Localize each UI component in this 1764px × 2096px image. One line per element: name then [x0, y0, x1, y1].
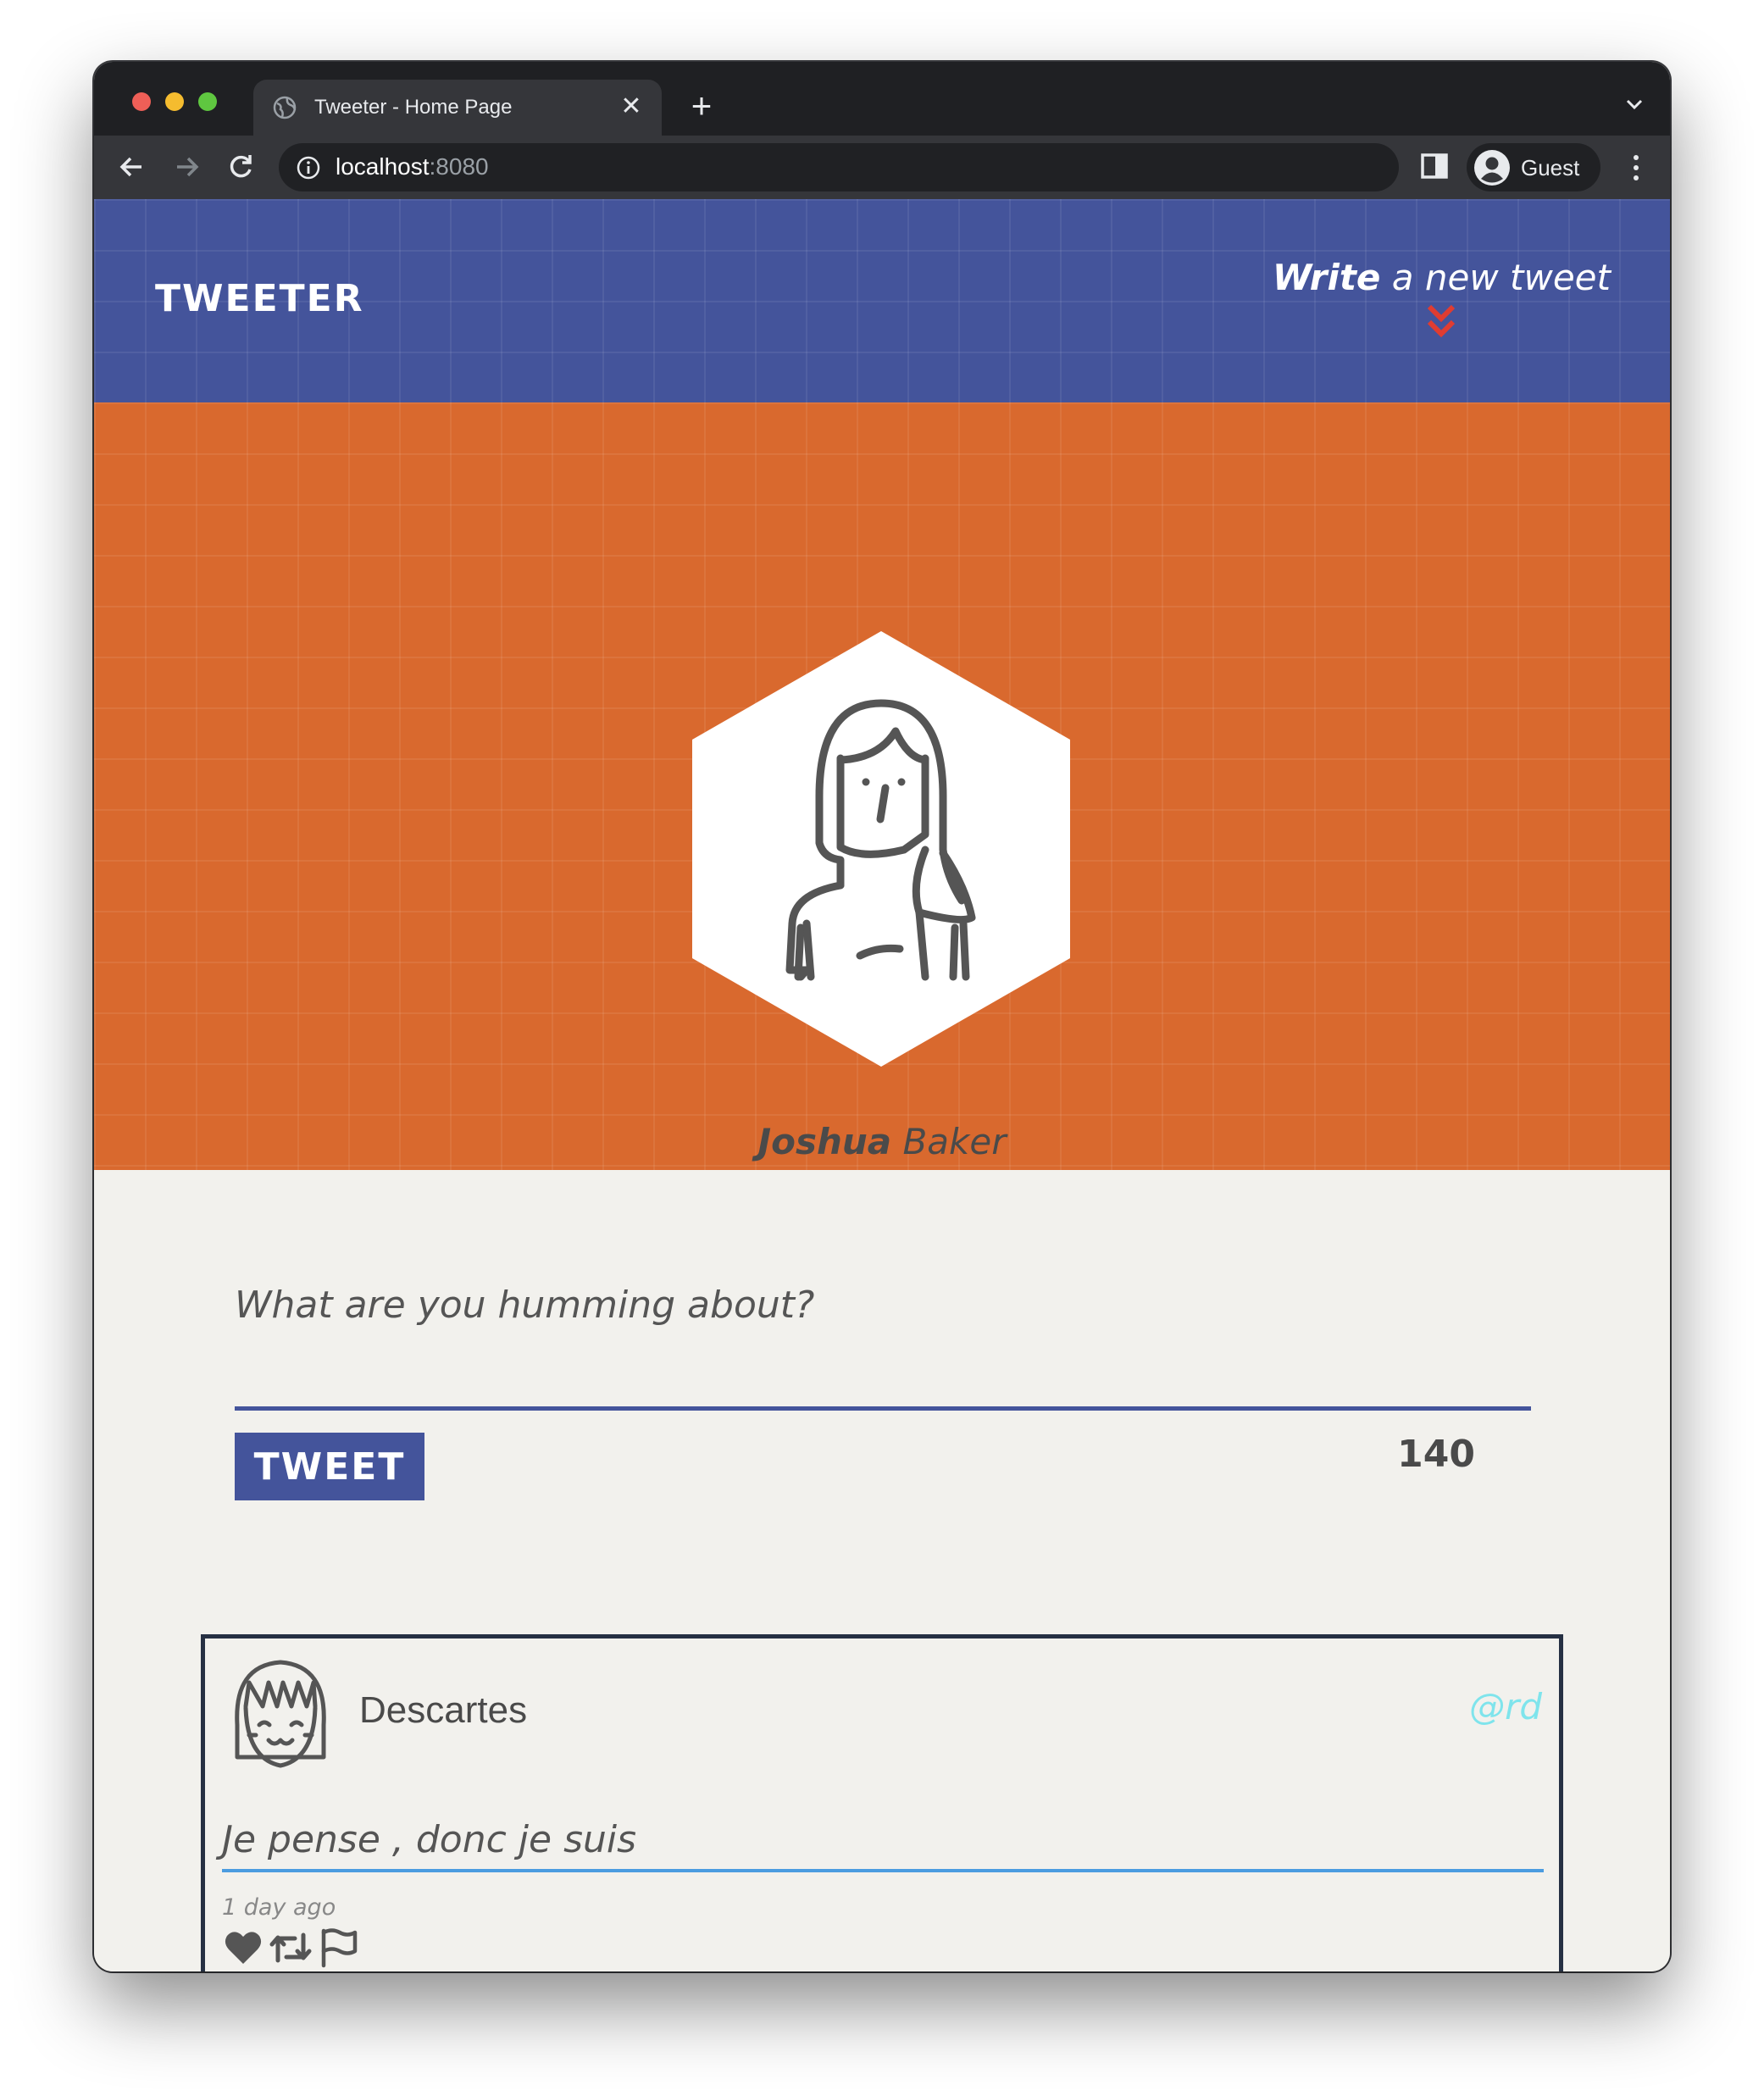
profile-button[interactable]: Guest: [1467, 143, 1600, 191]
profile-avatar: [692, 631, 1070, 1067]
back-arrow-icon[interactable]: [111, 146, 153, 188]
browser-window: Tweeter - Home Page ✕ + localhost:8080 G…: [94, 62, 1670, 1971]
profile-label: Guest: [1521, 155, 1580, 180]
retweet-icon[interactable]: [269, 1927, 312, 1969]
address-bar[interactable]: localhost:8080: [279, 143, 1399, 191]
tweet-input[interactable]: [235, 1284, 1531, 1411]
browser-toolbar: localhost:8080 Guest: [94, 136, 1670, 199]
close-window-button[interactable]: [132, 92, 151, 111]
compose-toggle-label: Write a new tweet: [1272, 257, 1611, 298]
side-panel-icon[interactable]: [1419, 151, 1450, 181]
compose-toggle[interactable]: Write a new tweet: [1273, 257, 1611, 341]
character-counter: 140: [1397, 1433, 1475, 1476]
tweet-timestamp: 1 day ago: [222, 1894, 336, 1921]
maximize-window-button[interactable]: [198, 92, 217, 111]
minimize-window-button[interactable]: [165, 92, 184, 111]
heart-icon[interactable]: [222, 1927, 264, 1969]
more-options-icon[interactable]: [1619, 149, 1653, 186]
url-text[interactable]: localhost:8080: [336, 153, 489, 180]
avatar-icon: [1474, 150, 1510, 186]
site-logo[interactable]: TWEETER: [155, 277, 364, 320]
tab-close-icon[interactable]: ✕: [613, 88, 650, 125]
reload-icon[interactable]: [219, 146, 262, 188]
flag-icon[interactable]: [317, 1927, 359, 1969]
page-content: TWEETER Write a new tweet Joshua Baker W…: [94, 199, 1670, 1971]
browser-tab[interactable]: Tweeter - Home Page ✕: [253, 80, 662, 136]
new-tab-button[interactable]: +: [682, 87, 721, 126]
compose-form: TWEET 140: [235, 1284, 1531, 1500]
profile-banner: Joshua Baker: [94, 402, 1670, 1170]
tweet-author-avatar: [235, 1660, 326, 1768]
double-chevron-down-icon[interactable]: [1424, 303, 1458, 341]
site-navbar: TWEETER Write a new tweet: [94, 199, 1670, 402]
tweet-author-handle: @rd: [1469, 1686, 1542, 1727]
chevron-down-icon[interactable]: [1621, 91, 1648, 118]
tweet-author-name: Descartes: [359, 1689, 528, 1731]
tab-title: Tweeter - Home Page: [314, 96, 513, 119]
tweet-card: Descartes @rd Je pense , donc je suis 1 …: [201, 1634, 1563, 1971]
browser-titlebar: Tweeter - Home Page ✕ +: [94, 62, 1670, 136]
tweet-text: Je pense , donc je suis: [222, 1808, 1544, 1872]
profile-name: Joshua Baker: [757, 1121, 1007, 1162]
tweet-button[interactable]: TWEET: [235, 1433, 424, 1500]
info-icon[interactable]: [296, 155, 321, 180]
forward-arrow-icon[interactable]: [165, 146, 208, 188]
globe-icon: [273, 96, 297, 119]
